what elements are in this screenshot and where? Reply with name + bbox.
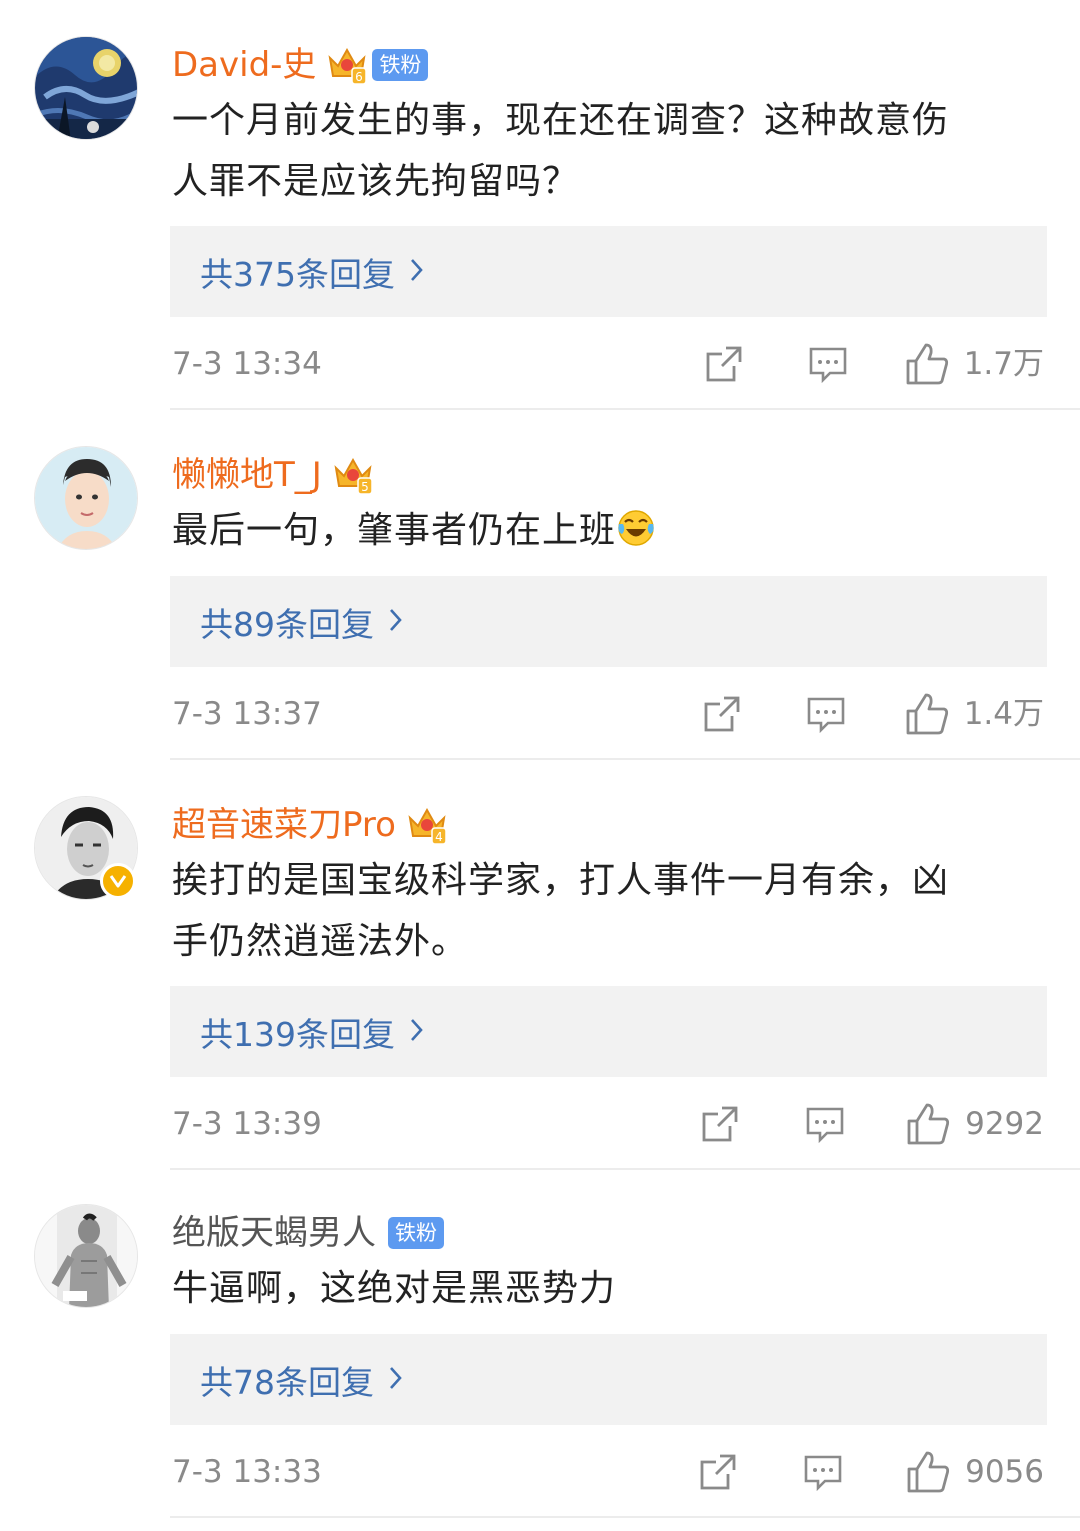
crown-icon: 6 — [326, 44, 368, 86]
comment-text-line: 人罪不是应该先拘留吗？ — [172, 161, 580, 202]
like-count: 9056 — [965, 1454, 1044, 1490]
view-replies-button[interactable]: 共375条回复 — [170, 226, 1047, 317]
comment-text-line: 最后一句，肇事者仍在上班 — [172, 510, 617, 551]
comment-footer: 7-3 13:37 1.4万 — [0, 684, 1080, 744]
like-count: 9292 — [965, 1106, 1044, 1142]
comment-text: 挨打的是国宝级科学家，打人事件一月有余，凶 手仍然逍遥法外。 — [172, 850, 1022, 972]
like-count: 1.4万 — [963, 696, 1044, 732]
fan-badge: 铁粉 — [388, 1217, 444, 1249]
avatar[interactable] — [34, 36, 138, 140]
share-icon[interactable] — [700, 1104, 740, 1144]
username[interactable]: 懒懒地T_J 5 — [172, 452, 374, 498]
verified-badge-icon — [100, 863, 136, 899]
like-button[interactable]: 9292 — [905, 1094, 1044, 1154]
like-button[interactable]: 1.7万 — [904, 334, 1044, 394]
timestamp: 7-3 13:37 — [172, 696, 322, 732]
share-icon[interactable] — [702, 694, 742, 734]
username-text[interactable]: 懒懒地T_J — [172, 452, 322, 498]
divider — [170, 1516, 1080, 1518]
view-replies-button[interactable]: 共89条回复 — [170, 576, 1047, 667]
thumb-up-icon — [905, 1449, 951, 1495]
comment-text: 牛逼啊，这绝对是黑恶势力 — [172, 1258, 1022, 1319]
fan-badge: 铁粉 — [372, 49, 429, 81]
svg-text:6: 6 — [356, 70, 364, 84]
username-text[interactable]: 绝版天蝎男人 — [172, 1210, 376, 1256]
username[interactable]: 超音速菜刀Pro 4 — [172, 802, 448, 848]
view-replies-button[interactable]: 共78条回复 — [170, 1334, 1047, 1425]
divider — [170, 1168, 1080, 1170]
divider — [170, 758, 1080, 760]
comment-text: 一个月前发生的事，现在还在调查？这种故意伤 人罪不是应该先拘留吗？ — [172, 90, 1022, 212]
like-count: 1.7万 — [963, 346, 1044, 382]
timestamp: 7-3 13:34 — [172, 346, 322, 382]
comment-footer: 7-3 13:33 9056 — [0, 1442, 1080, 1502]
avatar[interactable] — [34, 1204, 138, 1308]
comment-footer: 7-3 13:39 9292 — [0, 1094, 1080, 1154]
username-text[interactable]: 超音速菜刀Pro — [172, 802, 396, 848]
share-icon[interactable] — [704, 344, 744, 384]
replies-count: 共139条回复 — [200, 1014, 395, 1054]
replies-count: 共78条回复 — [200, 1362, 374, 1402]
crown-icon: 4 — [406, 804, 448, 846]
chevron-right-icon — [388, 1360, 404, 1399]
username-text[interactable]: David-史 — [172, 42, 316, 88]
replies-count: 共89条回复 — [200, 604, 374, 644]
comment-icon[interactable] — [803, 1452, 843, 1492]
avatar[interactable] — [34, 446, 138, 550]
comment-text-line: 挨打的是国宝级科学家，打人事件一月有余，凶 — [172, 860, 950, 901]
username[interactable]: 绝版天蝎男人 铁粉 — [172, 1210, 444, 1256]
like-button[interactable]: 1.4万 — [904, 684, 1044, 744]
timestamp: 7-3 13:39 — [172, 1106, 322, 1142]
comment-text-line: 一个月前发生的事，现在还在调查？这种故意伤 — [172, 100, 950, 141]
laughing-crying-emoji-icon — [616, 506, 656, 546]
comment-icon[interactable] — [806, 694, 846, 734]
comment-text-line: 手仍然逍遥法外。 — [172, 921, 469, 962]
username[interactable]: David-史 6 铁粉 — [172, 42, 429, 88]
comment-icon[interactable] — [805, 1104, 845, 1144]
chevron-right-icon — [388, 602, 404, 641]
thumb-up-icon — [904, 341, 950, 387]
svg-text:4: 4 — [435, 830, 443, 844]
timestamp: 7-3 13:33 — [172, 1454, 322, 1490]
comment-text-line: 牛逼啊，这绝对是黑恶势力 — [172, 1268, 617, 1309]
like-button[interactable]: 9056 — [905, 1442, 1044, 1502]
crown-icon: 5 — [332, 454, 374, 496]
divider — [170, 408, 1080, 410]
share-icon[interactable] — [698, 1452, 738, 1492]
comment-footer: 7-3 13:34 1.7万 — [0, 334, 1080, 394]
comment-icon[interactable] — [808, 344, 848, 384]
comment-text: 最后一句，肇事者仍在上班 — [172, 500, 1022, 561]
chevron-right-icon — [409, 1012, 425, 1051]
svg-text:5: 5 — [361, 480, 369, 494]
thumb-up-icon — [904, 691, 950, 737]
thumb-up-icon — [905, 1101, 951, 1147]
view-replies-button[interactable]: 共139条回复 — [170, 986, 1047, 1077]
chevron-right-icon — [409, 252, 425, 291]
replies-count: 共375条回复 — [200, 254, 395, 294]
